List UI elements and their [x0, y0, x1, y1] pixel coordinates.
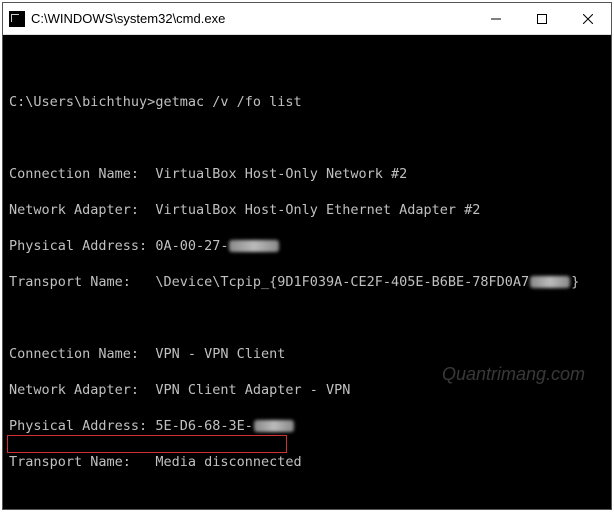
value-conn: VPN - VPN Client: [155, 346, 285, 362]
prompt-cwd: C:\Users\bichthuy>: [9, 94, 155, 110]
label-trans: Transport Name:: [9, 454, 131, 470]
cmd-window: C:\WINDOWS\system32\cmd.exe C:\Users\bic…: [2, 2, 612, 510]
window-title: C:\WINDOWS\system32\cmd.exe: [31, 11, 473, 26]
terminal-output[interactable]: C:\Users\bichthuy>getmac /v /fo list Con…: [3, 35, 611, 509]
label-phys: Physical Address:: [9, 418, 147, 434]
close-button[interactable]: [565, 3, 611, 35]
label-adapter: Network Adapter:: [9, 202, 139, 218]
value-adapter: VPN Client Adapter - VPN: [155, 382, 350, 398]
value-trans: Media disconnected: [155, 454, 301, 470]
redacted-icon: [254, 420, 294, 432]
value-phys: 5E-D6-68-3E-: [155, 418, 253, 434]
value-adapter: VirtualBox Host-Only Ethernet Adapter #2: [155, 202, 480, 218]
label-phys: Physical Address:: [9, 238, 147, 254]
redacted-icon: [229, 240, 279, 252]
minimize-button[interactable]: [473, 3, 519, 35]
prompt-command: getmac /v /fo list: [155, 94, 301, 110]
label-adapter: Network Adapter:: [9, 382, 139, 398]
label-conn: Connection Name:: [9, 346, 139, 362]
highlight-box: [7, 435, 287, 453]
label-trans: Transport Name:: [9, 274, 131, 290]
redacted-icon: [530, 276, 570, 288]
cmd-icon: [9, 11, 25, 27]
value-conn: VirtualBox Host-Only Network #2: [155, 166, 407, 182]
value-trans-sfx: }: [571, 274, 579, 290]
value-phys: 0A-00-27-: [155, 238, 228, 254]
value-trans: \Device\Tcpip_{9D1F039A-CE2F-405E-B6BE-7…: [155, 274, 529, 290]
label-conn: Connection Name:: [9, 166, 139, 182]
maximize-button[interactable]: [519, 3, 565, 35]
titlebar[interactable]: C:\WINDOWS\system32\cmd.exe: [3, 3, 611, 35]
